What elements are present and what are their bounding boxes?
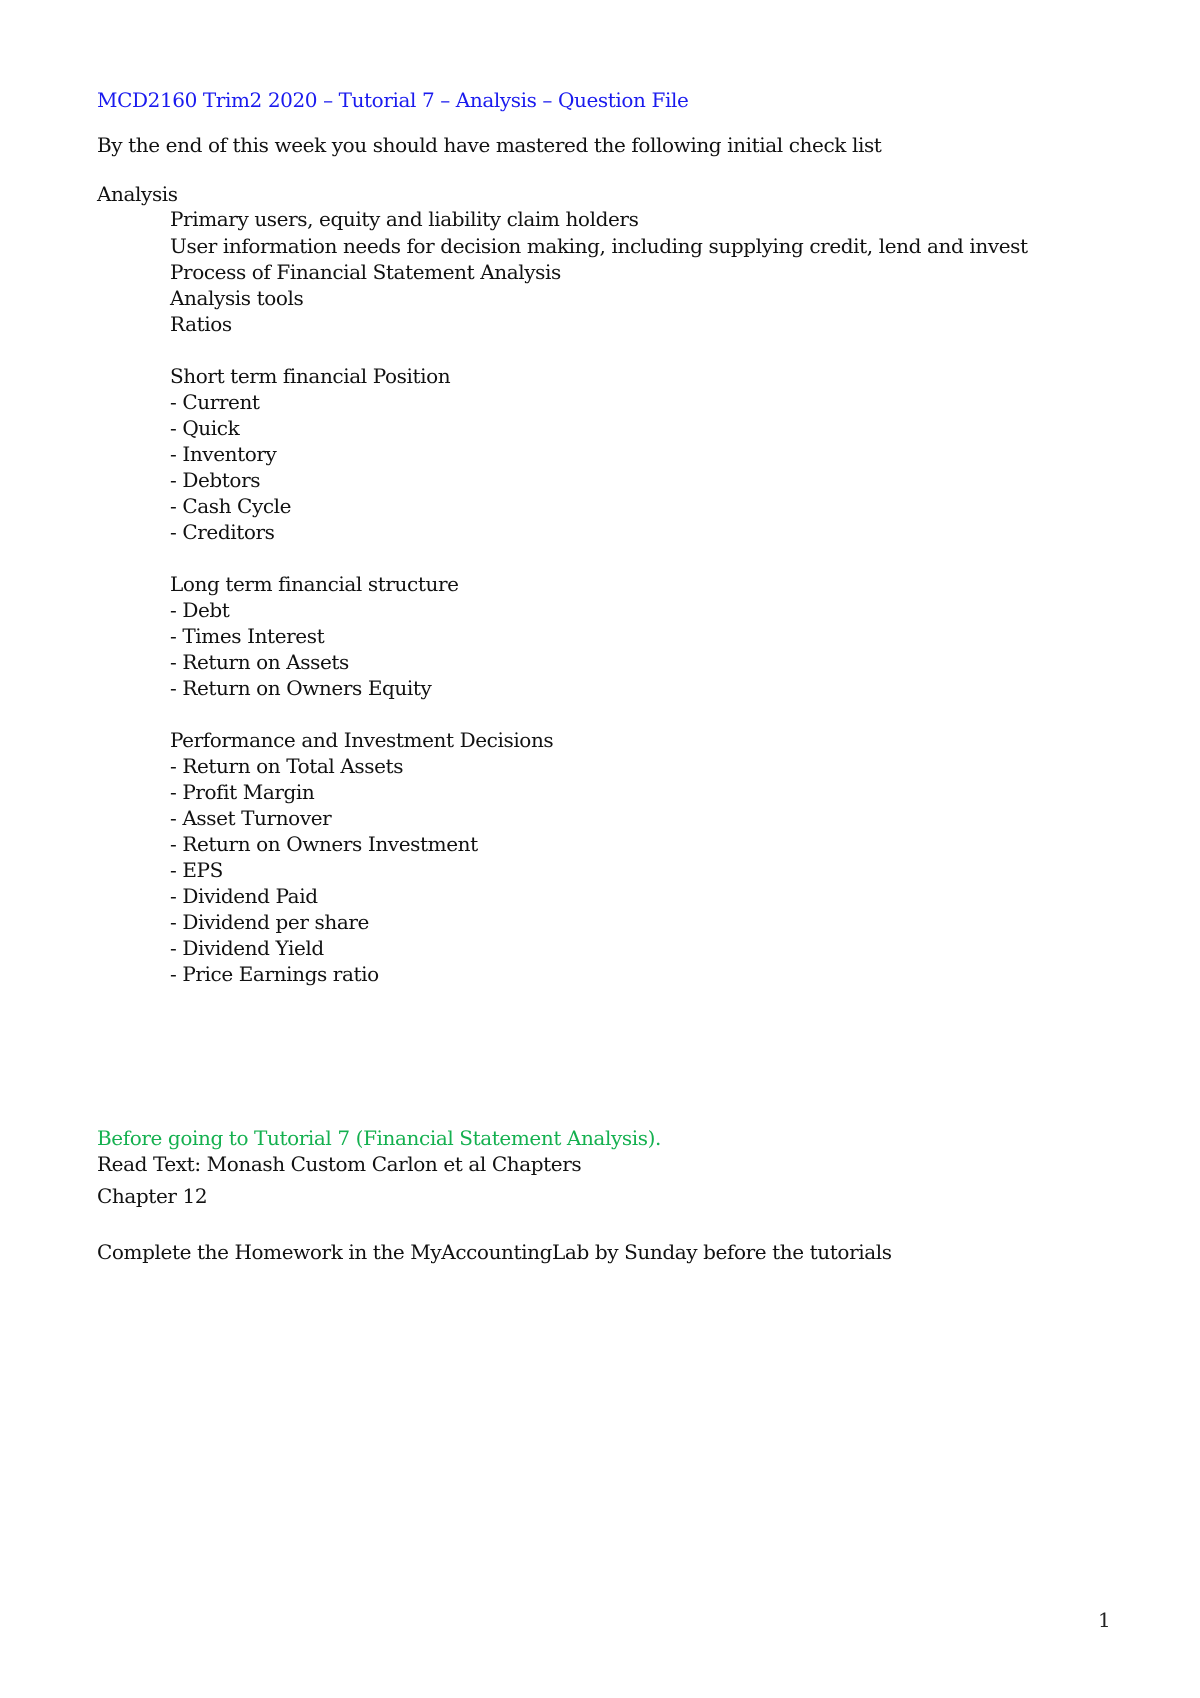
checklist-item: - Return on Owners Investment xyxy=(170,832,478,856)
section-heading-long-term: Long term financial structure xyxy=(170,572,459,596)
checklist-item: - Price Earnings ratio xyxy=(170,962,379,986)
checklist-item: - Asset Turnover xyxy=(170,806,332,830)
read-text-line: Read Text: Monash Custom Carlon et al Ch… xyxy=(97,1152,582,1176)
document-page: MCD2160 Trim2 2020 – Tutorial 7 – Analys… xyxy=(0,0,1200,1698)
section-heading-performance: Performance and Investment Decisions xyxy=(170,728,554,752)
checklist-item: - Dividend Yield xyxy=(170,936,324,960)
chapter-line: Chapter 12 xyxy=(97,1184,208,1208)
checklist-item: - EPS xyxy=(170,858,223,882)
checklist-item: - Profit Margin xyxy=(170,780,315,804)
before-tutorial-heading: Before going to Tutorial 7 (Financial St… xyxy=(97,1126,661,1150)
checklist-item: - Dividend Paid xyxy=(170,884,318,908)
analysis-item: Primary users, equity and liability clai… xyxy=(170,207,639,231)
checklist-item: - Dividend per share xyxy=(170,910,369,934)
checklist-item: - Return on Owners Equity xyxy=(170,676,432,700)
page-number: 1 xyxy=(1098,1608,1111,1632)
checklist-item: - Return on Assets xyxy=(170,650,349,674)
checklist-item: - Times Interest xyxy=(170,624,325,648)
checklist-item: - Current xyxy=(170,390,260,414)
checklist-item: - Debtors xyxy=(170,468,261,492)
intro-text: By the end of this week you should have … xyxy=(97,133,882,157)
checklist-item: - Inventory xyxy=(170,442,277,466)
analysis-item: User information needs for decision maki… xyxy=(170,234,1028,258)
checklist-item: - Cash Cycle xyxy=(170,494,292,518)
document-title: MCD2160 Trim2 2020 – Tutorial 7 – Analys… xyxy=(97,88,689,112)
checklist-item: - Quick xyxy=(170,416,240,440)
section-heading-short-term: Short term financial Position xyxy=(170,364,451,388)
checklist-item: - Return on Total Assets xyxy=(170,754,404,778)
analysis-item: Process of Financial Statement Analysis xyxy=(170,260,561,284)
homework-line: Complete the Homework in the MyAccountin… xyxy=(97,1240,892,1264)
analysis-item: Ratios xyxy=(170,312,232,336)
analysis-heading: Analysis xyxy=(97,182,178,206)
checklist-item: - Debt xyxy=(170,598,230,622)
checklist-item: - Creditors xyxy=(170,520,275,544)
analysis-item: Analysis tools xyxy=(170,286,304,310)
